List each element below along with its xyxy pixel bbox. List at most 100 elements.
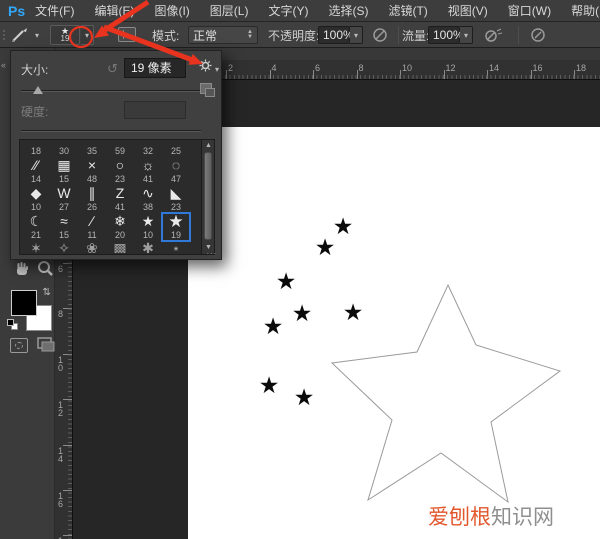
flow-dropdown-button[interactable]: ▾ <box>460 26 473 44</box>
mode-label: 模式: <box>152 22 179 48</box>
cross-brush-glyph: × <box>78 157 106 174</box>
brush-preset-cell[interactable]: ‾25 <box>162 140 190 157</box>
small-star-brush[interactable]: ★10 <box>134 213 162 241</box>
swap-colors-icon[interactable]: ⇄ <box>41 287 52 295</box>
wedge-brush[interactable]: ◣23 <box>162 185 190 213</box>
brush-preset-cell[interactable]: ⋆ <box>162 241 190 253</box>
foreground-color-swatch[interactable] <box>11 290 37 316</box>
wave-brush[interactable]: ∿38 <box>134 185 162 213</box>
airbrush-icon <box>484 27 504 43</box>
hardness-input-disabled <box>124 101 186 119</box>
brush-preset-cell[interactable]: ✶ <box>22 241 50 253</box>
quick-mask-icon <box>15 342 23 349</box>
snowflake-brush-glyph: ❄ <box>106 213 134 230</box>
size-label: 大小: <box>21 61 48 78</box>
ruler-number: 14 <box>58 447 65 463</box>
large-star-brush[interactable]: ★19 <box>162 213 190 241</box>
stamped-star: ★ <box>315 237 336 257</box>
slash-brush[interactable]: ∕11 <box>78 213 106 241</box>
scratch-strokes-brush[interactable]: ⁄⁄14 <box>22 157 50 185</box>
brush-size-number: 26 <box>78 202 106 213</box>
opacity-dropdown-button[interactable]: ▾ <box>350 26 363 44</box>
spiky-ring-brush[interactable]: ☼41 <box>134 157 162 185</box>
brush-size-number: 27 <box>50 202 78 213</box>
chevron-down-icon: ▾ <box>215 65 219 74</box>
zoom-tool-button[interactable] <box>36 260 54 281</box>
document-canvas[interactable]: ★★★★★★★★ 爱刨根知识网 <box>188 127 600 539</box>
brush-preset-dropdown-button[interactable]: ▾ <box>81 25 94 45</box>
z-stroke-brush[interactable]: Z41 <box>106 185 134 213</box>
dotted-ring-brush[interactable]: ◌47 <box>162 157 190 185</box>
collapse-panel-icon[interactable]: « <box>1 60 6 70</box>
watermark-rest: 知识网 <box>491 506 554 529</box>
airbrush-toggle-button[interactable] <box>484 27 504 43</box>
menu-item[interactable]: 滤镜(T) <box>388 2 427 19</box>
brush-size-number: 38 <box>134 202 162 213</box>
crescent-brush[interactable]: ☾21 <box>22 213 50 241</box>
brush-size-number: 11 <box>78 230 106 241</box>
slash-brush-glyph: ∕ <box>78 213 106 230</box>
diamond-brush[interactable]: ◆10 <box>22 185 50 213</box>
brush-preset-cell[interactable]: ‾35 <box>78 140 106 157</box>
brush-preset-cell[interactable]: ❀ <box>78 241 106 253</box>
size-slider[interactable] <box>21 90 201 92</box>
brush-preset-cell[interactable]: ‾18 <box>22 140 50 157</box>
menu-item[interactable]: 帮助(H) <box>571 2 600 19</box>
menu-item[interactable]: 图像(I) <box>154 2 189 19</box>
scroll-up-icon[interactable]: ▲ <box>202 141 215 151</box>
menu-item[interactable]: 视图(V) <box>448 2 488 19</box>
scrollbar-thumb[interactable] <box>204 152 212 240</box>
preset-scrollbar[interactable]: ▲ ▼ <box>201 140 214 254</box>
pen-pressure-icon <box>530 27 546 43</box>
blend-mode-select[interactable]: 正常 ▲▼ <box>188 26 258 44</box>
brush-size-number: 41 <box>134 174 162 185</box>
brush-size-input[interactable]: 19 像素 <box>124 58 186 78</box>
menu-item[interactable]: 选择(S) <box>328 2 368 19</box>
brush-size-number: 19 <box>162 230 190 241</box>
flow-input[interactable]: 100% <box>428 26 460 44</box>
ruler-number: 8 <box>58 310 65 318</box>
brush-preset-cell[interactable]: ▩ <box>106 241 134 253</box>
brush-preset-preview-button[interactable]: ★ 19 <box>50 25 80 45</box>
grid-texture-brush[interactable]: ▦15 <box>50 157 78 185</box>
reset-icon[interactable]: ↺ <box>107 61 118 77</box>
brush-preset-cell[interactable]: ‾32 <box>134 140 162 157</box>
cross-brush[interactable]: ×48 <box>78 157 106 185</box>
brush-preset-cell[interactable]: ‾59 <box>106 140 134 157</box>
toggle-brush-panel-button[interactable] <box>118 27 136 42</box>
menu-item[interactable]: 图层(L) <box>210 2 249 19</box>
screen-mode-icon <box>36 336 56 354</box>
small-star-brush-glyph: ★ <box>134 213 162 230</box>
panel-menu-button[interactable]: ▾ <box>199 59 212 75</box>
size-slider-thumb[interactable] <box>33 86 43 94</box>
menu-item[interactable]: 窗口(W) <box>508 2 551 19</box>
tablet-pressure-opacity-button[interactable] <box>370 27 390 43</box>
brush-icon <box>10 26 32 44</box>
brush-preset-cell[interactable]: ✱ <box>134 241 162 253</box>
hand-tool-button[interactable] <box>13 260 31 281</box>
menu-item[interactable]: 文字(Y) <box>268 2 308 19</box>
opacity-input[interactable]: 100% <box>318 26 350 44</box>
blend-mode-value: 正常 <box>193 27 217 44</box>
stamped-star: ★ <box>292 303 313 323</box>
menu-item[interactable]: 文件(F) <box>35 2 74 19</box>
dual-stroke-brush[interactable]: ∥26 <box>78 185 106 213</box>
panel-resize-grip[interactable]: ∙∙∙ <box>206 248 217 258</box>
ring-brush[interactable]: ○23 <box>106 157 134 185</box>
default-colors-icon[interactable] <box>7 319 14 326</box>
zigzag-brush[interactable]: W27 <box>50 185 78 213</box>
snowflake-brush[interactable]: ❄20 <box>106 213 134 241</box>
screen-mode-button[interactable] <box>36 336 56 357</box>
gear-icon <box>199 59 212 72</box>
tablet-pressure-size-button[interactable] <box>528 27 548 43</box>
quick-mask-button[interactable] <box>10 338 28 353</box>
options-bar-grip[interactable] <box>1 22 7 48</box>
brush-preset-cell[interactable]: ‾30 <box>50 140 78 157</box>
brush-tool-preset-icon[interactable]: ▾ <box>10 22 39 48</box>
squiggle-brush[interactable]: ≈15 <box>50 213 78 241</box>
big-star-outline <box>188 127 600 539</box>
new-preset-icon[interactable] <box>200 83 212 94</box>
menu-item[interactable]: 编辑(E) <box>94 2 134 19</box>
brush-preset-cell[interactable]: ✧ <box>50 241 78 253</box>
wedge-brush-glyph: ◣ <box>162 185 190 202</box>
